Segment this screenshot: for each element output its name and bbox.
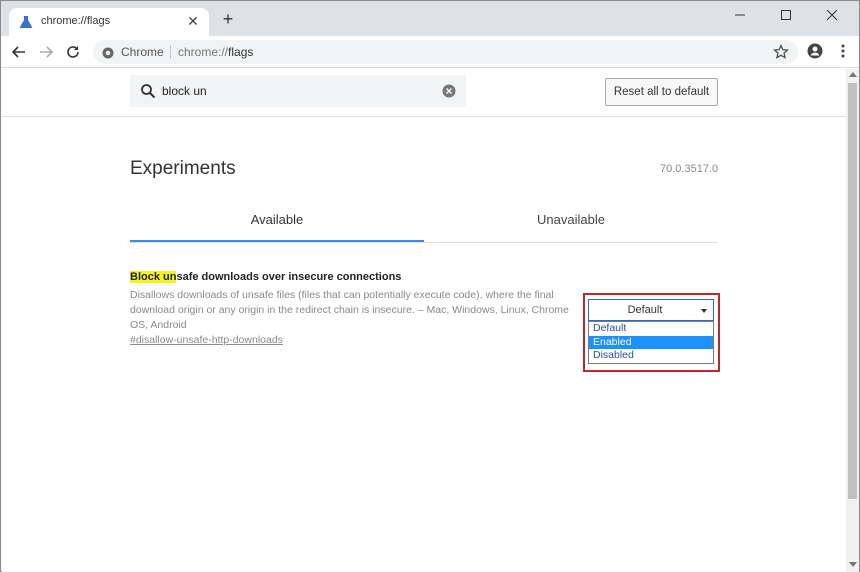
new-tab-icon[interactable]: + [219,10,237,28]
option-disabled[interactable]: Disabled [589,349,713,363]
dropdown-arrow-icon [701,309,707,313]
flask-icon [19,15,33,29]
browser-toolbar: Chrome chrome://flags [1,36,859,68]
scroll-up-arrow-icon[interactable] [849,72,857,77]
experiment-state-select[interactable]: Default [588,299,714,321]
option-default[interactable]: Default [589,322,713,336]
search-icon [140,83,156,99]
tab-title: chrome://flags [41,15,111,27]
clear-search-icon[interactable] [442,84,456,98]
maximize-icon[interactable] [763,1,809,29]
scroll-down-arrow-icon[interactable] [849,562,857,567]
url-prefix: chrome:// [178,45,229,59]
menu-dots-icon[interactable] [835,43,851,59]
search-box[interactable] [130,75,466,107]
forward-arrow-icon[interactable] [37,43,55,61]
close-window-icon[interactable] [809,1,855,29]
reload-icon[interactable] [64,43,82,61]
browser-window: chrome://flags ✕ + Chrome chrome://flags… [0,0,860,572]
flags-tabs: Available Unavailable [130,199,718,243]
tab-unavailable[interactable]: Unavailable [424,199,718,242]
reset-all-button[interactable]: Reset all to default [605,78,718,106]
browser-tab[interactable]: chrome://flags ✕ [9,8,209,36]
address-bar[interactable]: Chrome chrome://flags [93,40,798,64]
active-tab-indicator [130,240,424,242]
tab-available[interactable]: Available [130,199,424,242]
version-label: 70.0.3517.0 [660,163,719,175]
experiment-title: Block unsafe downloads over insecure con… [130,271,720,283]
url-text: chrome://flags [178,45,253,59]
page-scrollbar[interactable] [846,69,859,572]
url-scheme-chip: Chrome [121,45,164,59]
account-icon[interactable] [807,43,823,59]
back-arrow-icon[interactable] [10,43,28,61]
url-path: flags [228,45,254,59]
bookmark-star-icon[interactable] [773,44,789,60]
scrollbar-thumb[interactable] [848,83,857,499]
minimize-icon[interactable] [717,1,763,29]
search-input[interactable] [162,82,432,100]
select-value: Default [627,304,663,316]
url-separator [170,45,171,59]
experiment-title-rest: safe downloads over insecure connections [176,271,402,283]
page-title: Experiments [130,158,236,179]
flags-page: Reset all to default Experiments 70.0.35… [2,69,846,572]
experiment-description: Disallows downloads of unsafe files (fil… [130,289,569,331]
tab-strip: chrome://flags ✕ + [1,1,859,36]
search-match-highlight: Block un [130,271,177,283]
select-options-list: Default Enabled Disabled [588,321,714,364]
chrome-icon [102,46,114,59]
close-tab-icon[interactable]: ✕ [185,13,201,29]
flags-header: Reset all to default [2,69,846,117]
option-enabled[interactable]: Enabled [589,335,713,350]
